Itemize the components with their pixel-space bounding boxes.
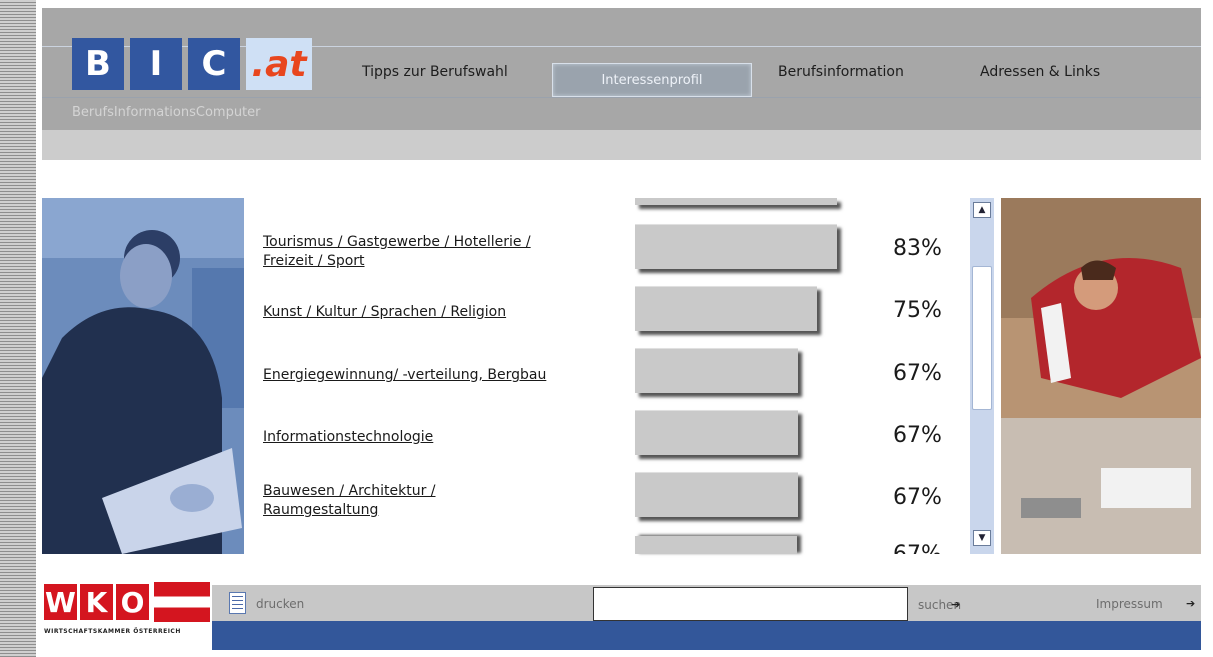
nav-berufsinformation[interactable]: Berufsinformation bbox=[778, 64, 904, 80]
wko-letter: K bbox=[80, 584, 113, 620]
wko-letter: O bbox=[116, 584, 149, 620]
result-label-line: Informationstechnologie bbox=[263, 429, 434, 445]
search-arrow-icon[interactable]: ➔ bbox=[951, 598, 960, 611]
result-bar bbox=[635, 286, 817, 331]
result-percent-clipped-wrapper: 67% bbox=[893, 536, 963, 554]
result-label-line: Freizeit / Sport bbox=[263, 253, 365, 269]
result-percent: 67% bbox=[893, 485, 942, 510]
result-percent: 67% bbox=[893, 423, 942, 448]
result-bar-clipped bbox=[635, 536, 797, 554]
result-link-bauwesen[interactable]: Bauwesen / Architektur / Raumgestaltung bbox=[263, 482, 436, 520]
print-link[interactable]: drucken bbox=[256, 597, 304, 611]
window-frame-left bbox=[0, 0, 36, 657]
bic-logo[interactable]: B I C .at bbox=[72, 38, 312, 90]
logo-suffix: .at bbox=[246, 38, 312, 90]
scrollbar-thumb[interactable] bbox=[972, 266, 992, 410]
photo-craftsman-working-graphic bbox=[1001, 198, 1201, 554]
logo-letter: B bbox=[72, 38, 124, 90]
photo-man-on-phone bbox=[42, 198, 244, 554]
wko-caption: WIRTSCHAFTSKAMMER ÖSTERREICH bbox=[44, 628, 181, 635]
nav-interessenprofil[interactable]: Interessenprofil bbox=[552, 63, 752, 97]
result-bar bbox=[635, 410, 798, 455]
scroll-down-icon[interactable]: ▼ bbox=[973, 530, 991, 546]
impressum-arrow-icon[interactable]: ➔ bbox=[1186, 597, 1195, 610]
header: B I C .at BerufsInformationsComputer Tip… bbox=[42, 8, 1201, 130]
result-percent: 75% bbox=[893, 298, 942, 323]
result-label-line: Tourismus / Gastgewerbe / Hotellerie / bbox=[263, 234, 531, 250]
nav-tipps-zur-berufswahl[interactable]: Tipps zur Berufswahl bbox=[362, 64, 508, 80]
logo-letter: I bbox=[130, 38, 182, 90]
footer-bar bbox=[212, 621, 1201, 650]
header-line bbox=[42, 97, 1201, 98]
impressum-link[interactable]: Impressum bbox=[1096, 597, 1163, 611]
result-link-tourismus[interactable]: Tourismus / Gastgewerbe / Hotellerie / F… bbox=[263, 233, 531, 271]
result-link-kunst[interactable]: Kunst / Kultur / Sprachen / Religion bbox=[263, 303, 506, 322]
logo-subtitle: BerufsInformationsComputer bbox=[72, 105, 261, 120]
result-percent-clipped: 67% bbox=[893, 542, 942, 554]
result-label-line: Kunst / Kultur / Sprachen / Religion bbox=[263, 304, 507, 320]
result-percent: 83% bbox=[893, 236, 942, 261]
result-percent: 67% bbox=[893, 361, 942, 386]
print-document-icon[interactable] bbox=[229, 592, 246, 614]
result-label-line: Raumgestaltung bbox=[263, 502, 379, 518]
scroll-up-icon[interactable]: ▲ bbox=[973, 202, 991, 218]
result-bar bbox=[635, 224, 837, 269]
wko-logo[interactable]: W K O WIRTSCHAFTSKAMMER ÖSTERREICH bbox=[42, 578, 212, 650]
wko-letter: W bbox=[44, 584, 77, 620]
result-bar bbox=[635, 472, 798, 517]
result-bar-clipped bbox=[635, 198, 837, 205]
sub-navigation-bar bbox=[42, 130, 1201, 160]
result-label-line: Energiegewinnung/ -verteilung, Bergbau bbox=[263, 367, 547, 383]
photo-craftsman-working bbox=[1001, 198, 1201, 554]
result-bar bbox=[635, 348, 798, 393]
search-input[interactable] bbox=[593, 587, 908, 621]
austria-flag-icon bbox=[154, 582, 210, 622]
nav-adressen-links[interactable]: Adressen & Links bbox=[980, 64, 1100, 80]
photo-man-on-phone-graphic bbox=[42, 198, 244, 554]
logo-letter: C bbox=[188, 38, 240, 90]
result-link-informationstechnologie[interactable]: Informationstechnologie bbox=[263, 428, 433, 447]
results-scrollbar[interactable]: ▲ ▼ bbox=[970, 198, 994, 554]
window-frame-top bbox=[36, 0, 1213, 8]
result-label-line: Bauwesen / Architektur / bbox=[263, 483, 436, 499]
result-link-energiegewinnung[interactable]: Energiegewinnung/ -verteilung, Bergbau bbox=[263, 366, 546, 385]
